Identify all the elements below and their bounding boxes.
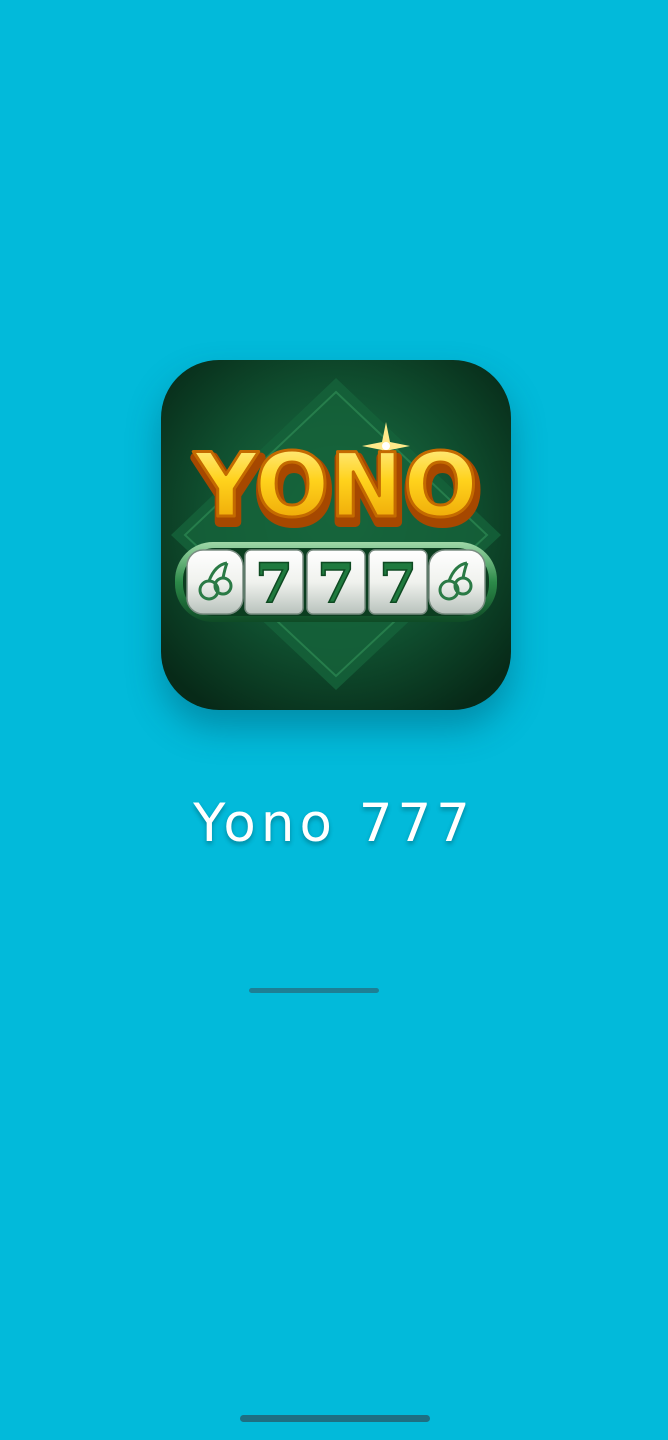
home-indicator-bar[interactable] (240, 1415, 430, 1422)
yono-777-logo-icon: YONO YONO 7 7 7 (161, 360, 511, 710)
app-icon-logo: YONO YONO 7 7 7 (161, 360, 511, 710)
svg-text:YONO: YONO (193, 434, 478, 537)
loading-progress-fill (249, 988, 379, 993)
seven-symbol: 7 (255, 551, 293, 615)
seven-symbol: 7 (379, 551, 417, 615)
loading-progress-bar (249, 988, 379, 993)
app-name-label: Yono 777 (193, 793, 475, 854)
seven-symbol: 7 (317, 551, 355, 615)
